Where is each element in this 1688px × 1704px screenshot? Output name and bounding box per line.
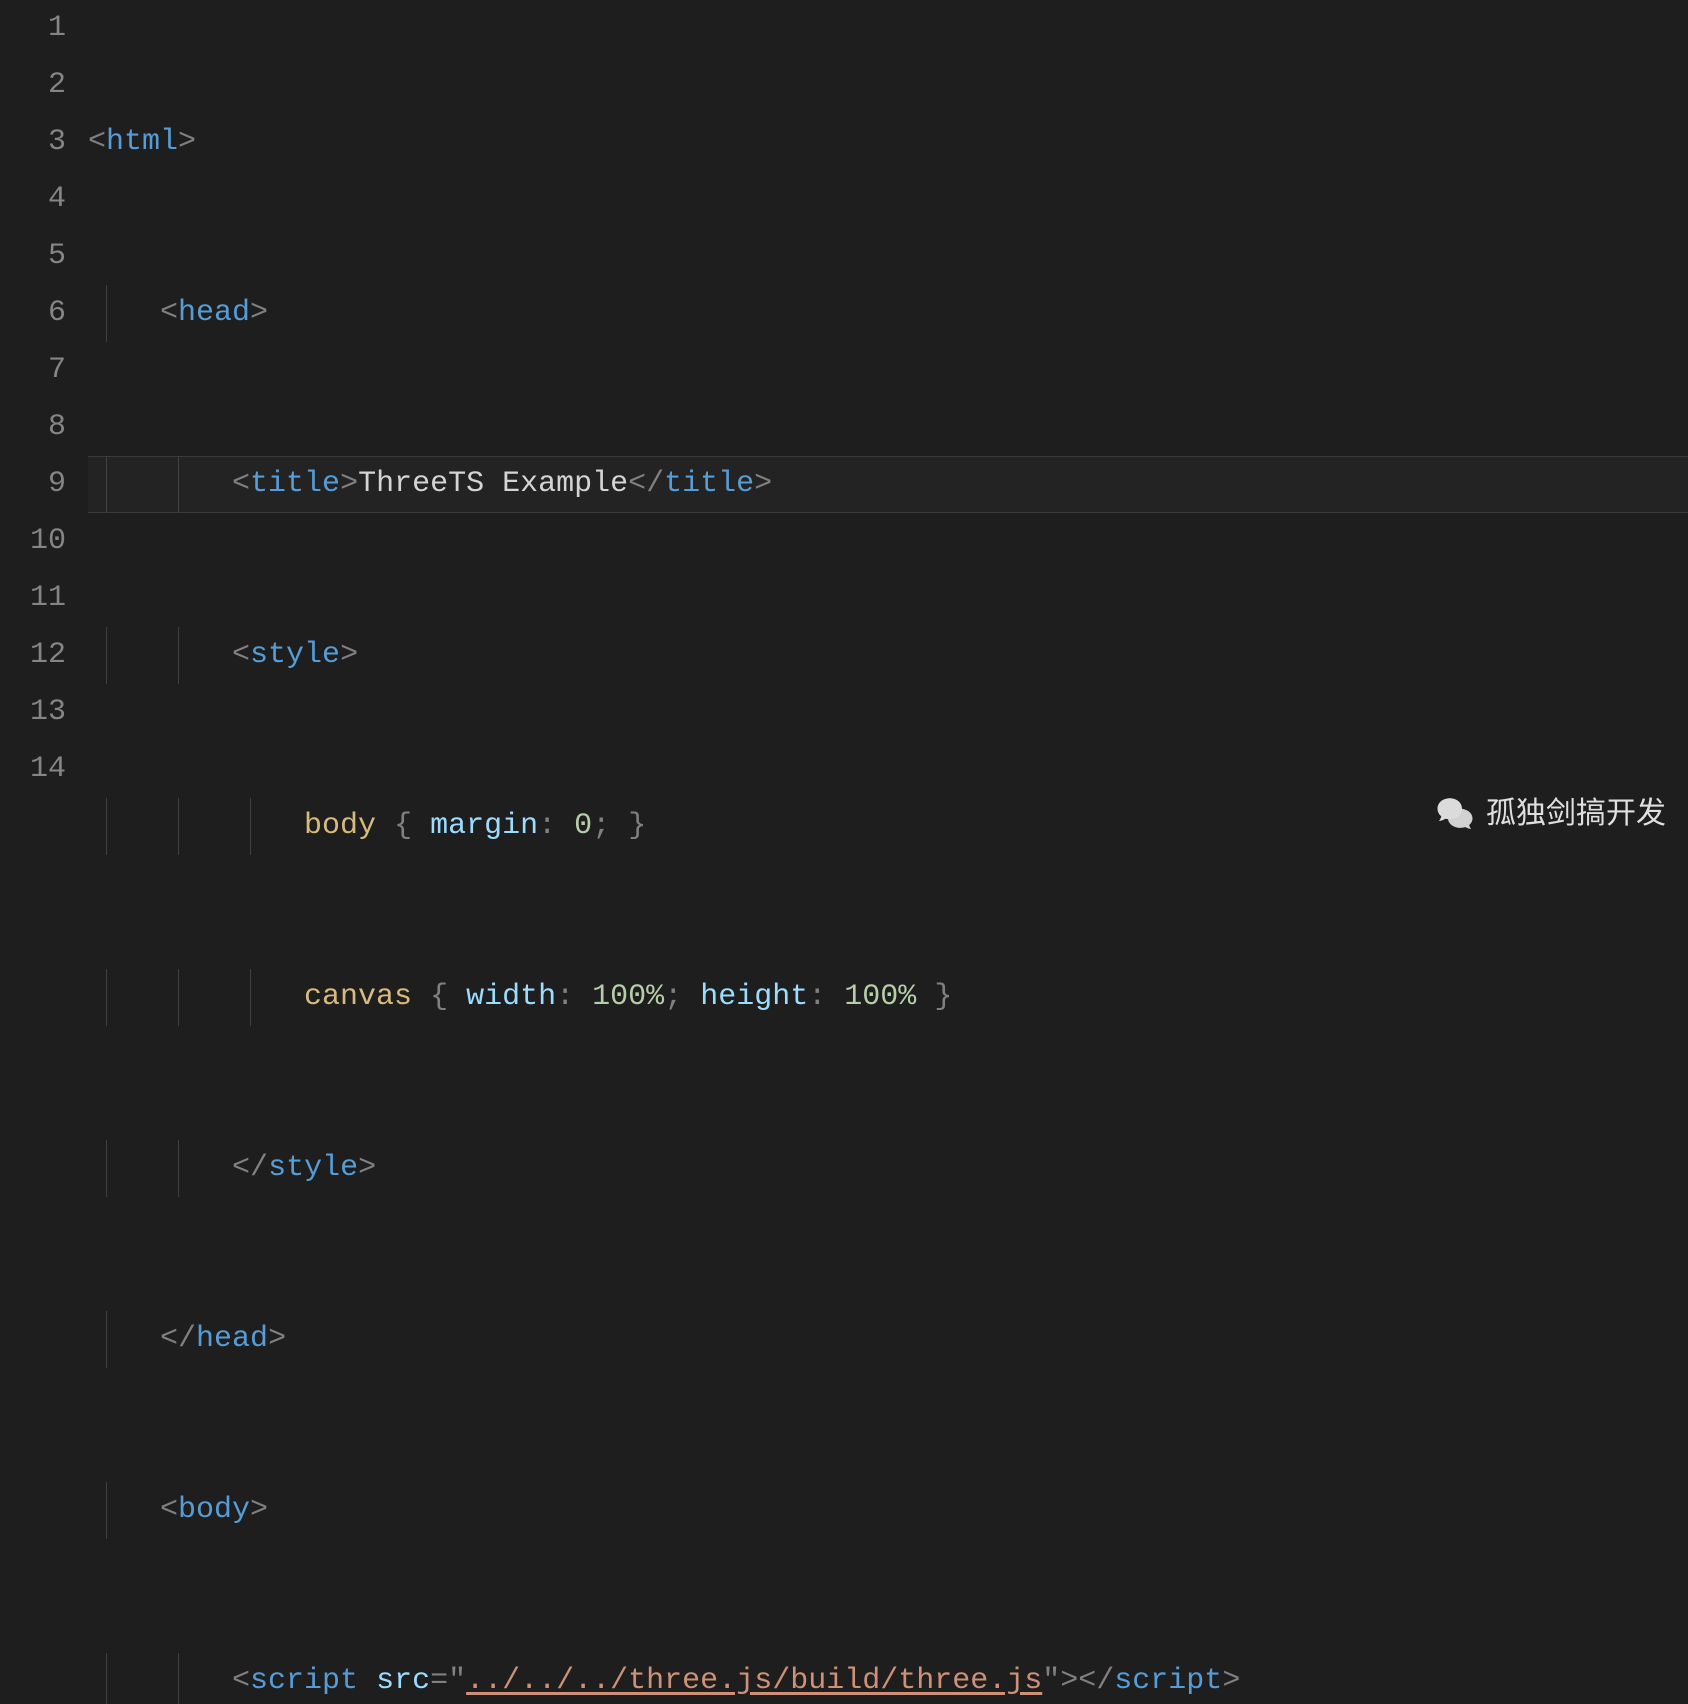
- line-number: 4: [0, 171, 66, 228]
- punct-colon: :: [538, 809, 556, 843]
- punct-lt: <: [160, 1493, 178, 1527]
- tag-style: style: [250, 638, 340, 672]
- tag-body: body: [178, 1493, 250, 1527]
- css-selector-canvas: canvas: [304, 980, 412, 1014]
- line-number: 5: [0, 228, 66, 285]
- line-number: 10: [0, 513, 66, 570]
- tag-head-close: head: [196, 1322, 268, 1356]
- punct-gt: >: [268, 1322, 286, 1356]
- code-area[interactable]: <html> <head> <title>ThreeTS Example</ti…: [88, 0, 1688, 852]
- punct-slash: /: [1096, 1664, 1114, 1698]
- code-line[interactable]: </head>: [88, 1311, 1688, 1368]
- line-number: 11: [0, 570, 66, 627]
- line-number: 3: [0, 114, 66, 171]
- punct-lt: <: [232, 1151, 250, 1185]
- css-num: 100%: [844, 980, 916, 1014]
- punct-lt: <: [628, 467, 646, 501]
- css-selector-body: body: [304, 809, 376, 843]
- punct-colon: :: [556, 980, 574, 1014]
- punct-quote: ": [448, 1664, 466, 1698]
- code-line[interactable]: <html>: [88, 114, 1688, 171]
- line-number: 7: [0, 342, 66, 399]
- punct-quote: ": [1042, 1664, 1060, 1698]
- line-number: 6: [0, 285, 66, 342]
- css-num: 100%: [592, 980, 664, 1014]
- punct-brace-open: {: [394, 809, 412, 843]
- punct-lt: <: [88, 125, 106, 159]
- line-number: 13: [0, 684, 66, 741]
- punct-gt: >: [358, 1151, 376, 1185]
- punct-gt: >: [250, 1493, 268, 1527]
- punct-slash: /: [178, 1322, 196, 1356]
- punct-lt: <: [160, 296, 178, 330]
- css-prop-margin: margin: [430, 809, 538, 843]
- watermark-text: 孤独剑搞开发: [1486, 785, 1666, 842]
- punct-gt: >: [1060, 1664, 1078, 1698]
- punct-lt: <: [232, 638, 250, 672]
- punct-colon: :: [808, 980, 826, 1014]
- line-number-gutter: 1 2 3 4 5 6 7 8 9 10 11 12 13 14: [0, 0, 88, 852]
- script-src-1[interactable]: ../../../three.js/build/three.js: [466, 1664, 1042, 1698]
- chat-bubble-icon: [1434, 793, 1476, 835]
- tag-style-close: style: [268, 1151, 358, 1185]
- attr-src: src: [376, 1664, 430, 1698]
- code-line[interactable]: <body>: [88, 1482, 1688, 1539]
- punct-gt: >: [250, 296, 268, 330]
- punct-gt: >: [178, 125, 196, 159]
- punct-lt: <: [232, 1664, 250, 1698]
- code-line[interactable]: canvas { width: 100%; height: 100% }: [88, 969, 1688, 1026]
- line-number: 8: [0, 399, 66, 456]
- punct-brace-close: }: [934, 980, 952, 1014]
- punct-gt: >: [340, 467, 358, 501]
- punct-brace-close: }: [628, 809, 646, 843]
- code-line[interactable]: <style>: [88, 627, 1688, 684]
- tag-script-close: script: [1114, 1664, 1222, 1698]
- punct-slash: /: [250, 1151, 268, 1185]
- code-line-current[interactable]: <title>ThreeTS Example</title>: [88, 456, 1688, 513]
- code-editor[interactable]: 1 2 3 4 5 6 7 8 9 10 11 12 13 14 <html> …: [0, 0, 1688, 852]
- code-line[interactable]: </style>: [88, 1140, 1688, 1197]
- punct-eq: =: [430, 1664, 448, 1698]
- code-line[interactable]: <script src="../../../three.js/build/thr…: [88, 1653, 1688, 1704]
- punct-gt: >: [1222, 1664, 1240, 1698]
- css-num: 0: [574, 809, 592, 843]
- line-number: 12: [0, 627, 66, 684]
- punct-lt: <: [1078, 1664, 1096, 1698]
- line-number: 14: [0, 741, 66, 798]
- punct-lt: <: [232, 467, 250, 501]
- css-prop-width: width: [466, 980, 556, 1014]
- punct-lt: <: [160, 1322, 178, 1356]
- line-number: 9: [0, 456, 66, 513]
- tag-title-close: title: [664, 467, 754, 501]
- css-prop-height: height: [700, 980, 808, 1014]
- tag-title: title: [250, 467, 340, 501]
- punct-semi: ;: [664, 980, 682, 1014]
- code-line[interactable]: <head>: [88, 285, 1688, 342]
- tag-html: html: [106, 125, 178, 159]
- title-text: ThreeTS Example: [358, 467, 628, 501]
- punct-brace-open: {: [430, 980, 448, 1014]
- watermark: 孤独剑搞开发: [1434, 785, 1666, 842]
- line-number: 1: [0, 0, 66, 57]
- punct-gt: >: [340, 638, 358, 672]
- punct-gt: >: [754, 467, 772, 501]
- punct-semi: ;: [592, 809, 610, 843]
- tag-script: script: [250, 1664, 358, 1698]
- punct-slash: /: [646, 467, 664, 501]
- tag-head: head: [178, 296, 250, 330]
- line-number: 2: [0, 57, 66, 114]
